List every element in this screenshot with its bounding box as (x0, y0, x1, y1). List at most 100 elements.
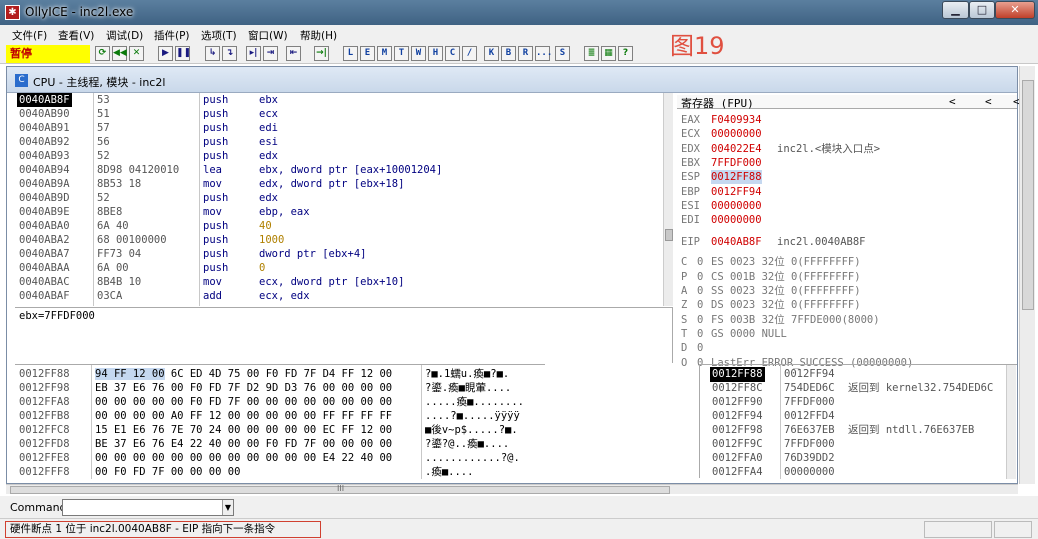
flag-value[interactable]: 0 (697, 284, 703, 298)
source-window-button[interactable]: S (555, 46, 570, 61)
stop-icon[interactable]: ✕ (129, 46, 144, 61)
disassembly-scrollbar[interactable] (663, 93, 673, 306)
memory-dump-pane[interactable]: 0012FF88 94 FF 12 00 6C ED 4D 75 00 F0 FD… (15, 364, 545, 479)
menu-window[interactable]: 窗口(W) (248, 28, 288, 43)
instruction-operands: edx (259, 150, 278, 162)
register-value[interactable]: 0012FF88 (711, 170, 762, 185)
flag-value[interactable]: 0 (697, 298, 703, 312)
disasm-row[interactable]: 0040ABAC 8B4B 10 mov ecx, dword ptr [ebx+10… (15, 275, 663, 289)
stack-value: 754DED6C (784, 382, 835, 394)
registers-title: 寄存器 (FPU) (681, 97, 754, 110)
disasm-row[interactable]: 0040AB8F 53 push ebx (15, 93, 663, 107)
registers-pane[interactable]: 寄存器 (FPU) < < < EAX F0409934 ECX 00000000 ED… (677, 93, 1020, 369)
disasm-row[interactable]: 0040AB92 56 push esi (15, 135, 663, 149)
stack-pane[interactable]: 0012FF88 0012FF94 0012FF8C 754DED6C 返回到 kern… (699, 364, 1017, 479)
run-icon[interactable]: ▶ (158, 46, 173, 61)
register-value[interactable]: 00000000 (711, 199, 762, 213)
stack-value: 7FFDF000 (784, 438, 835, 450)
registers-nav-left[interactable]: < (949, 95, 956, 108)
command-bar: Command ▼ (0, 496, 1038, 518)
modules-window-button[interactable]: E (360, 46, 375, 61)
windows-window-button[interactable]: W (411, 46, 426, 61)
menu-help[interactable]: 帮助(H) (300, 28, 337, 43)
disasm-row[interactable]: 0040ABAA 6A 00 push 0 (15, 261, 663, 275)
pause-icon[interactable]: ❚❚ (175, 46, 191, 61)
maximize-button[interactable]: □ (969, 1, 995, 19)
menu-debug[interactable]: 调试(D) (106, 28, 143, 43)
instruction-address: 0040AB9E (19, 206, 70, 218)
toolbar: 暂停 ⟳ ◀◀ ✕ ▶ ❚❚ ↳ ↴ ▸| ⇥ ⇤ →| L E M T W H… (0, 44, 1038, 64)
flag-value[interactable]: 0 (697, 255, 703, 269)
dump-hex-bytes: 00 F0 FD 7F 00 00 00 00 (95, 466, 241, 478)
stack-scrollbar[interactable] (1006, 365, 1016, 479)
flag-name: C (681, 256, 688, 269)
register-value[interactable]: 0012FF94 (711, 185, 762, 199)
scroll-thumb[interactable] (665, 229, 673, 241)
help-icon[interactable]: ? (618, 46, 633, 61)
flag-name: A (681, 285, 688, 297)
grip-label: III (337, 484, 345, 493)
stack-address: 0012FF88 (710, 367, 765, 382)
stack-value: 0012FFD4 (784, 410, 835, 422)
memory-window-button[interactable]: M (377, 46, 392, 61)
handles-window-button[interactable]: H (428, 46, 443, 61)
menu-view[interactable]: 查看(V) (58, 28, 94, 43)
flag-value[interactable]: 0 (697, 270, 703, 284)
log-window-button[interactable]: L (343, 46, 358, 61)
patches-window-button[interactable]: / (462, 46, 477, 61)
references-window-button[interactable]: R (518, 46, 533, 61)
chevron-down-icon[interactable]: ▼ (222, 500, 233, 515)
breakpoints-window-button[interactable]: B (501, 46, 516, 61)
step-over-icon[interactable]: ↴ (222, 46, 237, 61)
disasm-row[interactable]: 0040ABA7 FF73 04 push dword ptr [ebx+4] (15, 247, 663, 261)
disasm-row[interactable]: 0040AB93 52 push edx (15, 149, 663, 163)
register-value[interactable]: 7FFDF000 (711, 156, 762, 170)
disasm-row[interactable]: 0040AB9D 52 push edx (15, 191, 663, 205)
disasm-row[interactable]: 0040ABA2 68 00100000 push 1000 (15, 233, 663, 247)
disasm-row[interactable]: 0040AB9A 8B53 18 mov edx, dword ptr [ebx+18… (15, 177, 663, 191)
main-vertical-scrollbar[interactable] (1019, 66, 1035, 484)
scroll-thumb[interactable]: III (10, 484, 670, 494)
disasm-row[interactable]: 0040ABAF 03CA add ecx, edx (15, 289, 663, 303)
callstack-window-button[interactable]: K (484, 46, 499, 61)
register-value[interactable]: 0040AB8F (711, 235, 762, 249)
trace-into-icon[interactable]: ▸| (246, 46, 261, 61)
instruction-operands: ecx, dword ptr [ebx+10] (259, 276, 405, 288)
register-value[interactable]: 00000000 (711, 127, 762, 141)
options-grid-icon[interactable]: ▦ (601, 46, 616, 61)
horizontal-scrollbar[interactable]: III (6, 484, 1018, 494)
register-value[interactable]: 00000000 (711, 213, 762, 227)
register-value[interactable]: 004022E4 (711, 142, 762, 156)
disasm-row[interactable]: 0040ABA0 6A 40 push 40 (15, 219, 663, 233)
close-button[interactable]: ✕ (995, 1, 1035, 19)
minimize-button[interactable]: ▁ (942, 1, 969, 19)
goto-icon[interactable]: →| (314, 46, 329, 61)
scroll-thumb[interactable] (1022, 80, 1034, 310)
run-trace-window-button[interactable]: ... (535, 46, 552, 61)
instruction-address: 0040ABA7 (19, 248, 70, 260)
disasm-row[interactable]: 0040AB90 51 push ecx (15, 107, 663, 121)
menu-options[interactable]: 选项(T) (201, 28, 237, 43)
trace-over-icon[interactable]: ⇥ (263, 46, 278, 61)
menu-bar: 文件(F) 查看(V) 调试(D) 插件(P) 选项(T) 窗口(W) 帮助(H… (0, 25, 1038, 44)
command-input[interactable] (62, 499, 234, 516)
register-value[interactable]: F0409934 (711, 113, 762, 127)
registers-nav-left[interactable]: < (985, 95, 992, 108)
execute-till-return-icon[interactable]: ⇤ (286, 46, 301, 61)
disasm-row[interactable]: 0040AB94 8D98 04120010 lea ebx, dword ptr [… (15, 163, 663, 177)
flag-value[interactable]: 0 (697, 327, 703, 341)
list-icon[interactable]: ≣ (584, 46, 599, 61)
flag-value[interactable]: 0 (697, 341, 703, 355)
menu-plugins[interactable]: 插件(P) (154, 28, 190, 43)
close-process-icon[interactable]: ◀◀ (112, 46, 127, 61)
dump-address: 0012FF88 (19, 368, 70, 380)
disassembly-pane[interactable]: 0040AB8F 53 push ebx 0040AB90 51 push ecx 0040AB… (15, 93, 673, 306)
step-into-icon[interactable]: ↳ (205, 46, 220, 61)
restart-icon[interactable]: ⟳ (95, 46, 110, 61)
cpu-window-button[interactable]: C (445, 46, 460, 61)
disasm-row[interactable]: 0040AB91 57 push edi (15, 121, 663, 135)
threads-window-button[interactable]: T (394, 46, 409, 61)
menu-file[interactable]: 文件(F) (12, 28, 47, 43)
flag-value[interactable]: 0 (697, 313, 703, 327)
disasm-row[interactable]: 0040AB9E 8BE8 mov ebp, eax (15, 205, 663, 219)
